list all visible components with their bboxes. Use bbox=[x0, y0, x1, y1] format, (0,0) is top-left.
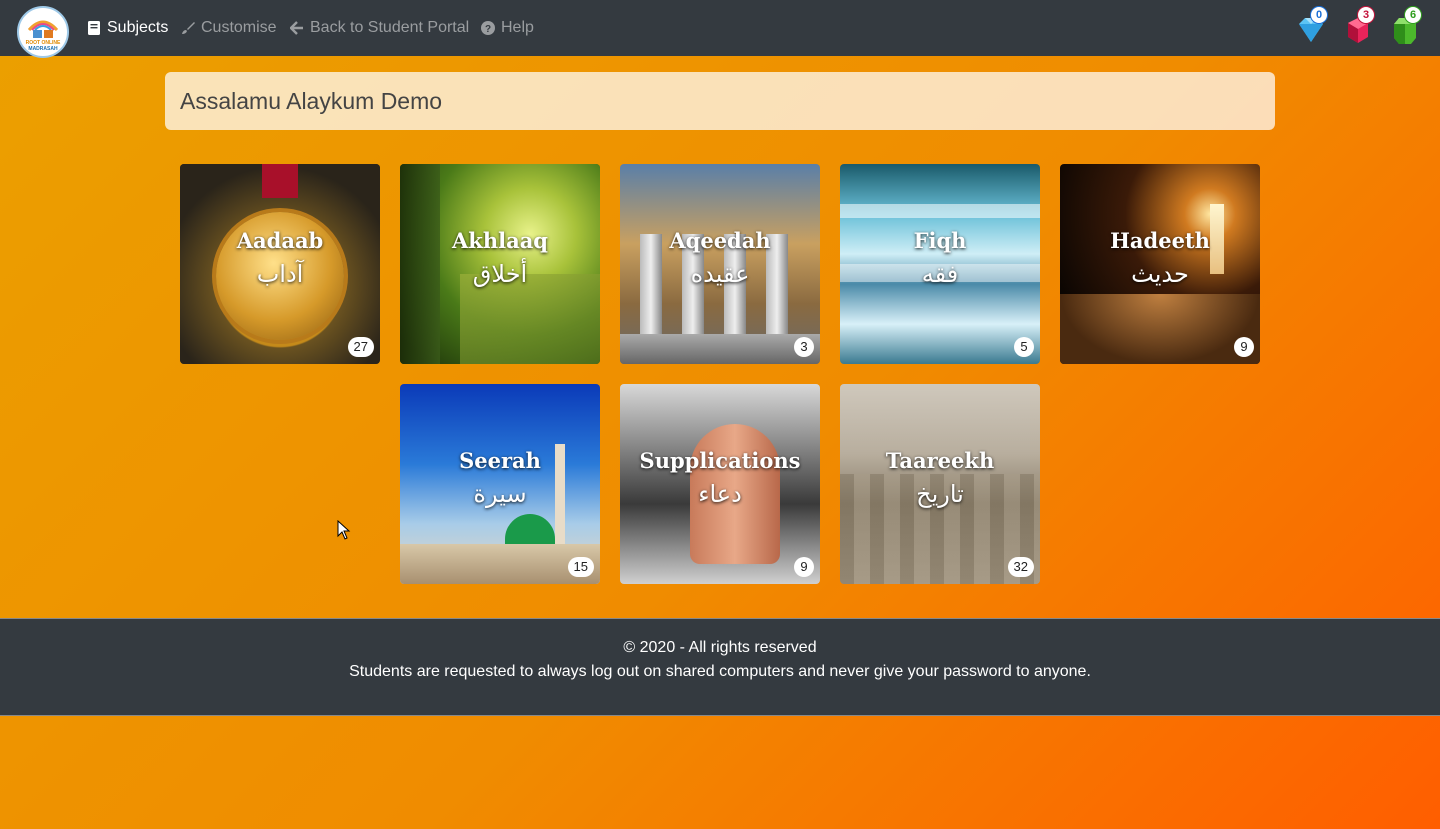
subject-name: Fiqh bbox=[913, 228, 967, 253]
subject-name: Supplications bbox=[639, 448, 801, 473]
ruby-count-badge: 3 bbox=[1357, 6, 1375, 24]
subject-count-badge: 9 bbox=[1234, 337, 1254, 357]
paintbrush-icon bbox=[182, 22, 195, 34]
subject-name: Aqeedah bbox=[669, 228, 771, 253]
subject-count-badge: 3 bbox=[794, 337, 814, 357]
subject-arabic-name: سيرة bbox=[473, 480, 527, 508]
nav-customise[interactable]: Customise bbox=[181, 18, 277, 38]
subject-count-badge: 9 bbox=[794, 557, 814, 577]
subject-arabic-name: تاريخ bbox=[916, 480, 964, 508]
subject-tile-fiqh[interactable]: Fiqh فقه 5 bbox=[840, 164, 1040, 364]
question-circle-icon: ? bbox=[481, 21, 495, 35]
site-logo[interactable]: ROOT ONLINE MADRASAH bbox=[17, 6, 69, 58]
subject-arabic-name: أخلاق bbox=[472, 260, 528, 288]
nav-back-to-portal[interactable]: Back to Student Portal bbox=[290, 18, 469, 38]
subject-count-badge: 5 bbox=[1014, 337, 1034, 357]
subject-tile-taareekh[interactable]: Taareekh تاريخ 32 bbox=[840, 384, 1040, 584]
subject-arabic-name: عقيده bbox=[690, 260, 750, 288]
nav-customise-label: Customise bbox=[201, 19, 277, 36]
diamond-counter[interactable]: 0 bbox=[1296, 6, 1328, 46]
subject-name: Hadeeth bbox=[1110, 228, 1210, 253]
nav-help-label: Help bbox=[501, 19, 534, 36]
subject-name: Taareekh bbox=[885, 448, 995, 473]
nav-subjects-label: Subjects bbox=[107, 19, 169, 36]
page-footer: © 2020 - All rights reserved Students ar… bbox=[0, 618, 1440, 716]
subject-tile-seerah[interactable]: Seerah سيرة 15 bbox=[400, 384, 600, 584]
subject-arabic-name: فقه bbox=[921, 260, 959, 288]
subject-count-badge: 32 bbox=[1007, 557, 1034, 577]
subject-tile-akhlaaq[interactable]: Akhlaaq أخلاق bbox=[400, 164, 600, 364]
footer-copyright: © 2020 - All rights reserved bbox=[623, 639, 817, 656]
subject-count-badge: 15 bbox=[567, 557, 594, 577]
subject-count-badge: 27 bbox=[347, 337, 374, 357]
subject-arabic-name: دعاء bbox=[698, 480, 742, 508]
subject-tile-hadeeth[interactable]: Hadeeth حديث 9 bbox=[1060, 164, 1260, 364]
subject-arabic-name: آداب bbox=[256, 260, 304, 288]
arrow-left-icon bbox=[290, 21, 303, 35]
mouse-cursor-icon bbox=[337, 520, 351, 540]
logo-text-bottom: MADRASAH bbox=[28, 46, 58, 52]
emerald-count-badge: 6 bbox=[1404, 6, 1422, 24]
subject-tile-aadaab[interactable]: Aadaab آداب 27 bbox=[180, 164, 380, 364]
subject-tile-aqeedah[interactable]: Aqeedah عقيده 3 bbox=[620, 164, 820, 364]
top-navbar: ROOT ONLINE MADRASAH Subjects Customise … bbox=[0, 0, 1440, 58]
nav-help[interactable]: ? Help bbox=[481, 18, 534, 38]
svg-text:?: ? bbox=[485, 24, 491, 35]
subject-name: Aadaab bbox=[236, 228, 324, 253]
nav-back-label: Back to Student Portal bbox=[310, 19, 470, 36]
subject-name: Akhlaaq bbox=[452, 228, 548, 253]
subject-tile-supplications[interactable]: Supplications دعاء 9 bbox=[620, 384, 820, 584]
book-icon bbox=[88, 21, 100, 35]
emerald-counter[interactable]: 6 bbox=[1390, 6, 1422, 46]
nav-subjects[interactable]: Subjects bbox=[87, 18, 168, 38]
diamond-count-badge: 0 bbox=[1310, 6, 1328, 24]
greeting-banner: Assalamu Alaykum Demo bbox=[165, 72, 1275, 130]
subject-arabic-name: حديث bbox=[1131, 260, 1189, 288]
subject-name: Seerah bbox=[459, 448, 541, 473]
ruby-counter[interactable]: 3 bbox=[1343, 6, 1375, 46]
footer-notice: Students are requested to always log out… bbox=[349, 663, 1091, 680]
